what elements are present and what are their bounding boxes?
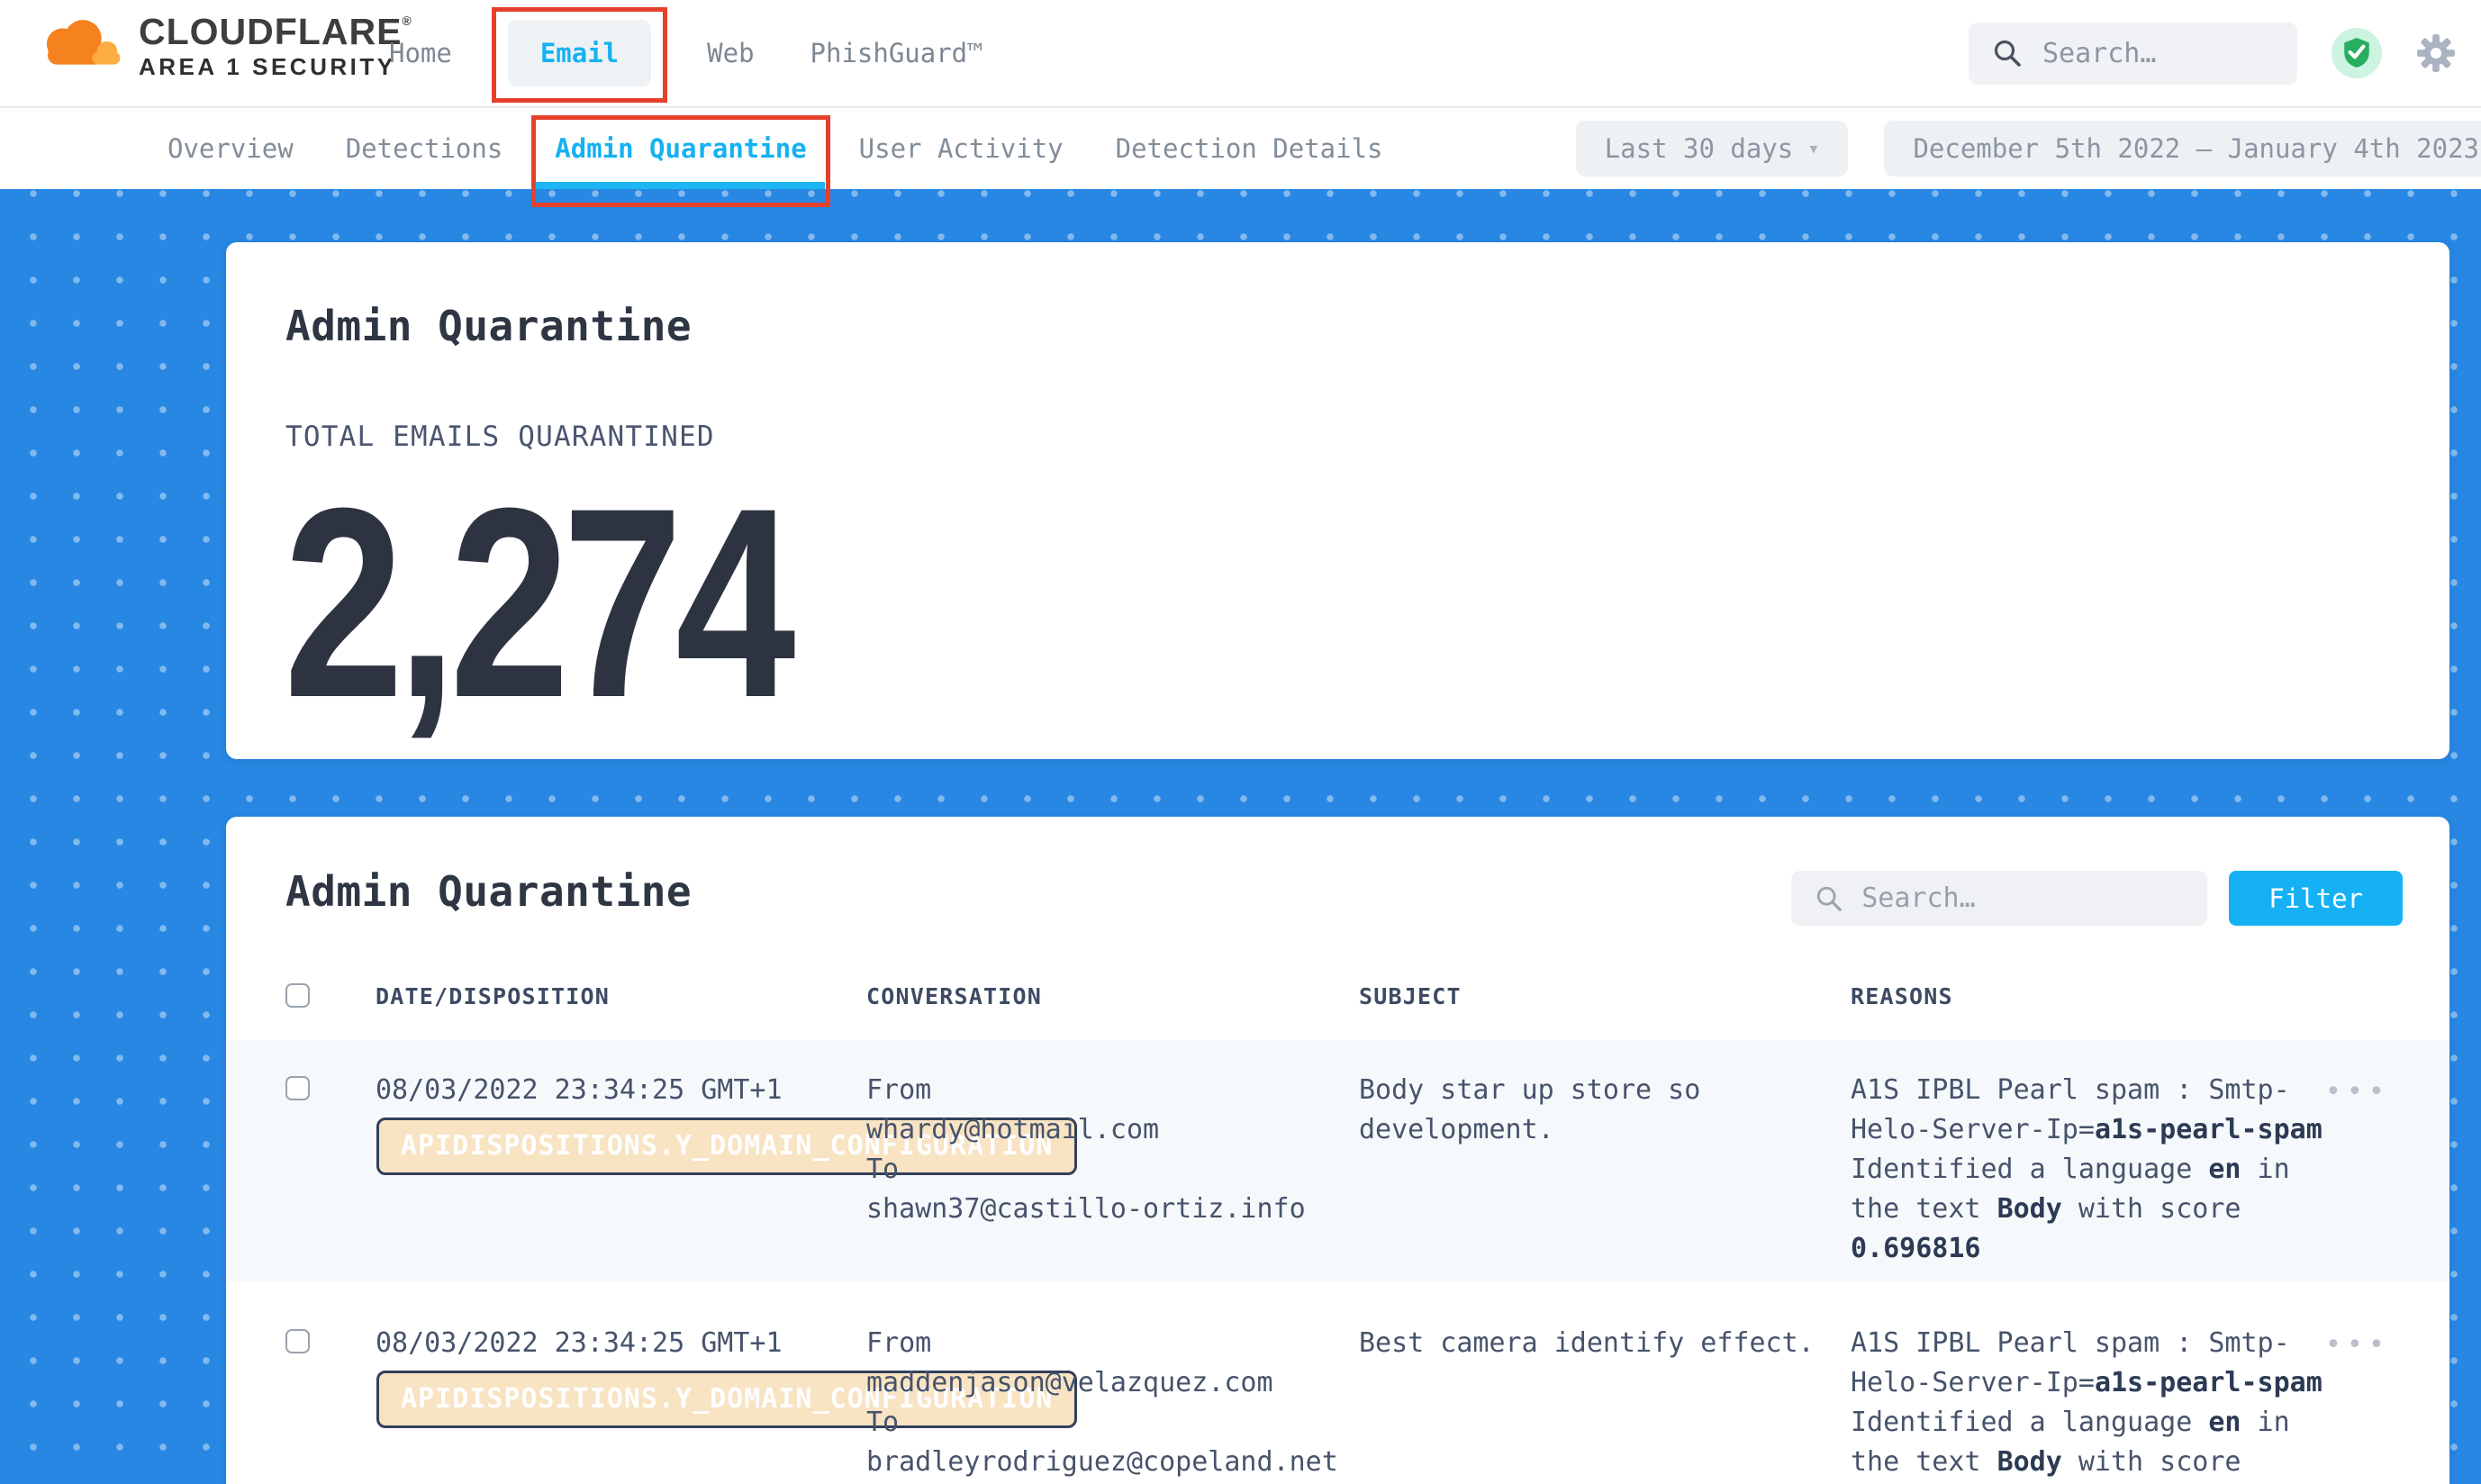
select-all-checkbox[interactable]: [285, 983, 310, 1008]
to-address: bradleyrodriguez@copeland.net: [866, 1443, 1359, 1482]
tab-admin-quarantine[interactable]: Admin Quarantine: [555, 108, 806, 189]
row-checkbox[interactable]: [285, 1076, 310, 1100]
reason-line: Helo-Server-Ip=a1s-pearl-spam: [1851, 1110, 2265, 1150]
date-text: 08/03/2022 23:34:25 GMT+1: [376, 1324, 866, 1363]
app-screen: CLOUDFLARE® AREA 1 SECURITY Home Email Web…: [0, 0, 2481, 1484]
from-address: whardy@hotmail.com: [866, 1110, 1359, 1150]
date-controls: Last 30 days ▾ December 5th 2022 — Janua…: [1576, 108, 2481, 189]
reason-line: Identified a language en in: [1851, 1150, 2265, 1190]
summary-card-title: Admin Quarantine: [285, 302, 692, 350]
tab-user-activity[interactable]: User Activity: [859, 108, 1064, 189]
column-header-reasons: REASONS: [1851, 983, 2265, 1009]
table-header-row: DATE/DISPOSITIONCONVERSATIONSUBJECTREASO…: [226, 983, 2449, 1009]
cloudflare-logo: CLOUDFLARE® AREA 1 SECURITY: [34, 13, 412, 79]
gear-icon[interactable]: [2416, 33, 2456, 73]
row-actions-ellipsis-icon[interactable]: •••: [2325, 1326, 2390, 1484]
from-label: From: [866, 1071, 1359, 1110]
nav-item-home[interactable]: Home: [389, 23, 452, 83]
global-search-input[interactable]: [2041, 37, 2274, 70]
reason-line: Identified a language en in: [1851, 1403, 2265, 1443]
tab-label: User Activity: [859, 133, 1064, 164]
column-header-conversation: CONVERSATION: [866, 983, 1359, 1009]
date-range-label: December 5th 2022 — January 4th 2023: [1913, 133, 2479, 164]
table-search[interactable]: [1791, 871, 2207, 926]
tab-label: Detections: [346, 133, 503, 164]
subject-cell: Best camera identify effect.: [1359, 1324, 1851, 1484]
top-nav: Home Email Web PhishGuard™: [389, 0, 983, 106]
reason-line: Helo-Server-Ip=a1s-pearl-spam: [1851, 1363, 2265, 1403]
date-range-display[interactable]: December 5th 2022 — January 4th 2023: [1884, 121, 2481, 176]
brand-text: CLOUDFLARE® AREA 1 SECURITY: [139, 13, 412, 79]
tab-detection-details[interactable]: Detection Details: [1116, 108, 1383, 189]
table-card-title: Admin Quarantine: [285, 867, 692, 916]
to-label: To: [866, 1150, 1359, 1190]
table-body: 08/03/2022 23:34:25 GMT+1APIDISPOSITIONS…: [226, 1040, 2449, 1484]
table-row: 08/03/2022 23:34:25 GMT+1APIDISPOSITIONS…: [226, 1040, 2449, 1281]
subject-line: Body star up store so: [1359, 1071, 1851, 1110]
column-header-subject: SUBJECT: [1359, 983, 1851, 1009]
from-label: From: [866, 1324, 1359, 1363]
nav-item-label: Email: [540, 38, 619, 68]
reason-line: the text Body with score: [1851, 1190, 2265, 1229]
subject-line: Best camera identify effect.: [1359, 1324, 1851, 1363]
brand-name: CLOUDFLARE®: [139, 13, 412, 51]
subject-cell: Body star up store sodevelopment.: [1359, 1071, 1851, 1269]
top-header: CLOUDFLARE® AREA 1 SECURITY Home Email Web…: [0, 0, 2481, 108]
reason-line: 0.696816: [1851, 1229, 2265, 1269]
search-icon: [1815, 884, 1843, 913]
sub-nav: Overview Detections Admin Quarantine User A…: [0, 108, 2481, 189]
date-text: 08/03/2022 23:34:25 GMT+1: [376, 1071, 866, 1110]
reason-line: the text Body with score: [1851, 1443, 2265, 1482]
row-checkbox[interactable]: [285, 1329, 310, 1353]
tab-label: Overview: [168, 133, 294, 164]
global-search[interactable]: [1969, 23, 2297, 85]
from-address: maddenjason@velazquez.com: [866, 1363, 1359, 1403]
row-actions-ellipsis-icon[interactable]: •••: [2325, 1072, 2390, 1269]
quarantine-table: DATE/DISPOSITIONCONVERSATIONSUBJECTREASO…: [226, 983, 2449, 1484]
nav-item-label: PhishGuard™: [810, 38, 983, 68]
tab-overview[interactable]: Overview: [168, 108, 294, 189]
column-header-date-disposition: DATE/DISPOSITION: [376, 983, 866, 1009]
table-search-input[interactable]: [1860, 882, 2184, 915]
search-icon: [1992, 38, 2023, 68]
filter-button[interactable]: Filter: [2229, 871, 2403, 926]
subject-line: development.: [1359, 1110, 1851, 1150]
to-label: To: [866, 1403, 1359, 1443]
conversation-cell: Fromwhardy@hotmail.comToshawn37@castillo…: [866, 1071, 1359, 1269]
security-status-icon[interactable]: [2332, 28, 2382, 78]
tab-label: Detection Details: [1116, 133, 1383, 164]
to-address: shawn37@castillo-ortiz.info: [866, 1190, 1359, 1229]
reason-line: A1S IPBL Pearl spam : Smtp-: [1851, 1324, 2265, 1363]
tab-detections[interactable]: Detections: [346, 108, 503, 189]
total-quarantined-value: 2,274: [284, 467, 789, 737]
conversation-cell: Frommaddenjason@velazquez.comTobradleyro…: [866, 1324, 1359, 1484]
quarantine-table-card: Admin Quarantine Filter DATE/DISPOSITION…: [226, 817, 2449, 1484]
cloudflare-cloud-icon: [34, 16, 124, 76]
reason-line: A1S IPBL Pearl spam : Smtp-: [1851, 1071, 2265, 1110]
reasons-cell: A1S IPBL Pearl spam : Smtp-Helo-Server-I…: [1851, 1071, 2265, 1269]
brand-subtitle: AREA 1 SECURITY: [139, 55, 412, 79]
period-label: Last 30 days: [1605, 133, 1794, 164]
nav-item-email[interactable]: Email: [508, 20, 651, 86]
reasons-cell: A1S IPBL Pearl spam : Smtp-Helo-Server-I…: [1851, 1324, 2265, 1484]
table-row: 08/03/2022 23:34:25 GMT+1APIDISPOSITIONS…: [226, 1293, 2449, 1484]
period-dropdown[interactable]: Last 30 days ▾: [1576, 121, 1849, 176]
tab-label: Admin Quarantine: [555, 133, 806, 164]
summary-card: Admin Quarantine TOTAL EMAILS QUARANTINE…: [226, 242, 2449, 759]
shield-check-icon: [2342, 37, 2371, 69]
table-toolbar: Filter: [1791, 871, 2403, 926]
chevron-down-icon: ▾: [1807, 138, 1819, 160]
nav-item-phishguard[interactable]: PhishGuard™: [810, 23, 983, 83]
nav-item-web[interactable]: Web: [707, 23, 754, 83]
nav-item-label: Web: [707, 38, 754, 68]
active-tab-underline: [533, 182, 824, 189]
total-quarantined-label: TOTAL EMAILS QUARANTINED: [285, 421, 715, 453]
sub-nav-tabs: Overview Detections Admin Quarantine User A…: [168, 108, 1382, 189]
header-actions: [1969, 0, 2456, 106]
nav-item-label: Home: [389, 38, 452, 68]
